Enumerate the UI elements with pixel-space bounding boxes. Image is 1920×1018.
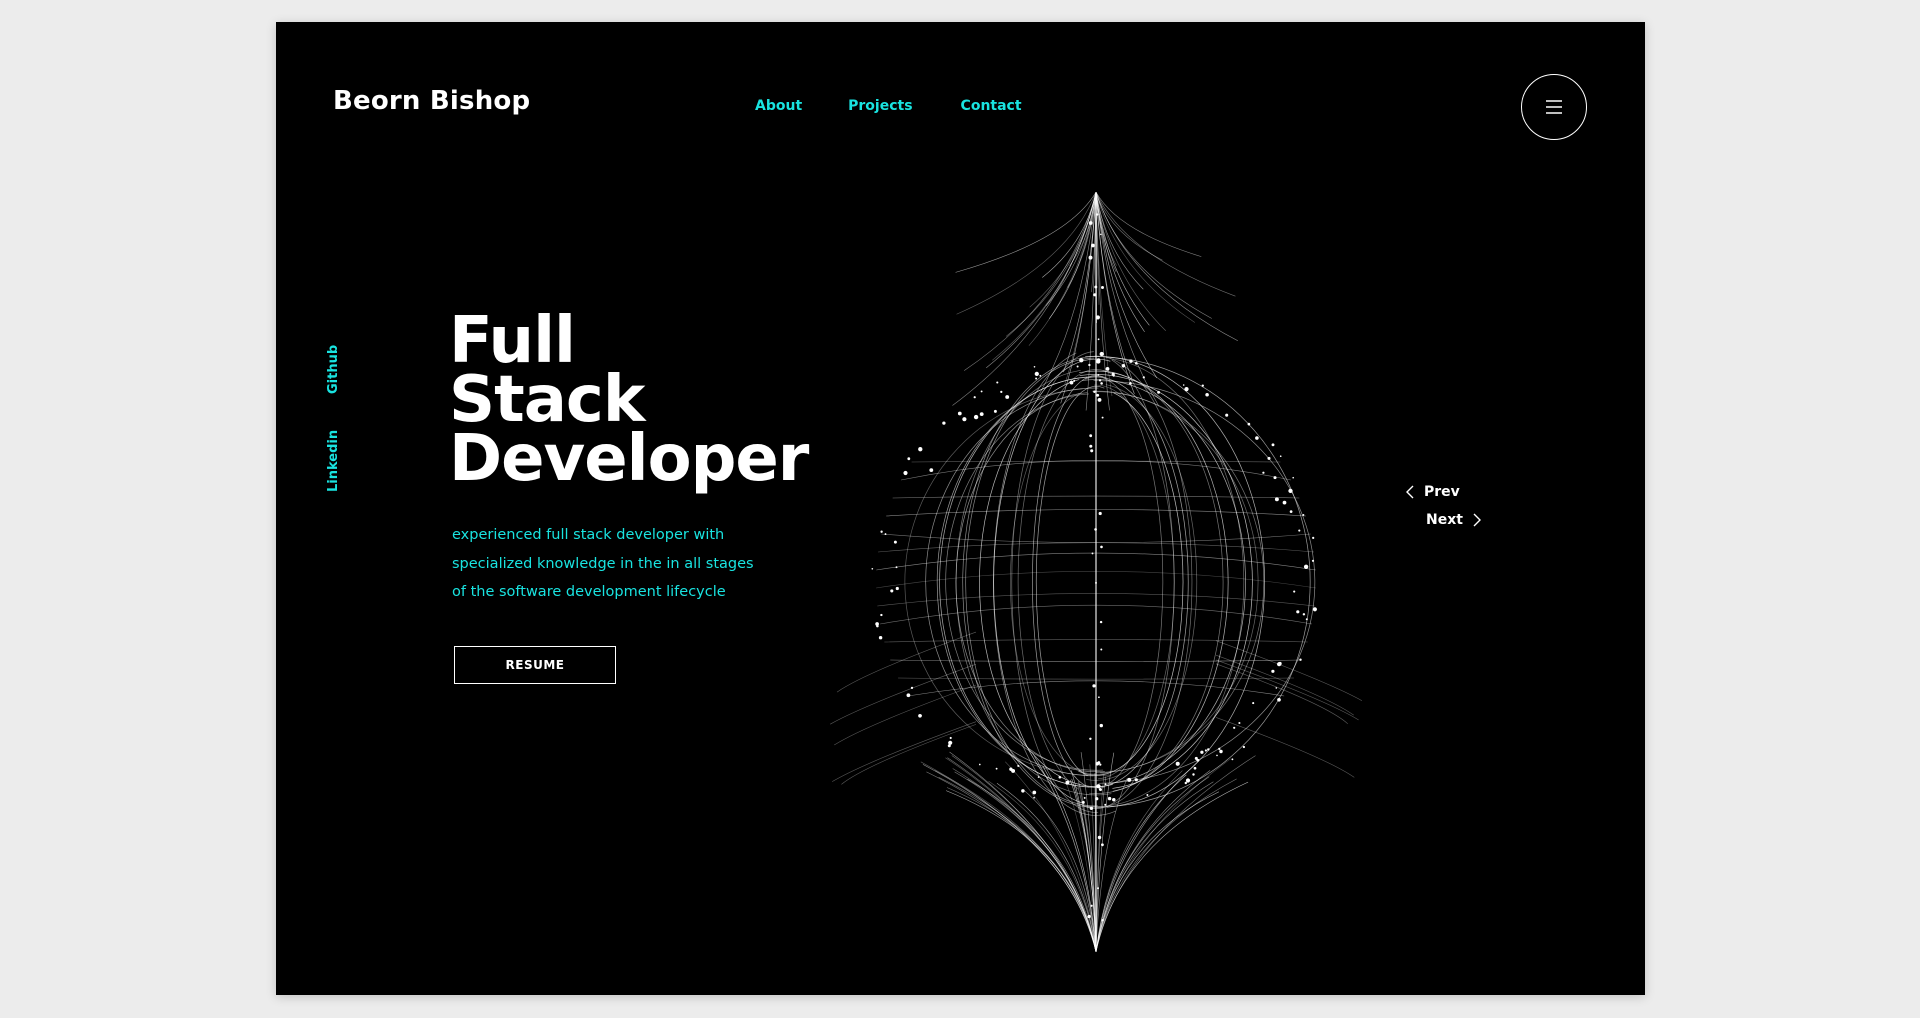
nav-item-about[interactable]: About: [755, 98, 802, 114]
nav-item-contact[interactable]: Contact: [961, 98, 1022, 114]
chevron-left-icon: [1406, 485, 1414, 499]
headline-line: Developer: [449, 422, 809, 496]
hero-description: experienced full stack developer with sp…: [452, 521, 782, 607]
next-label: Next: [1426, 512, 1463, 528]
chevron-right-icon: [1473, 513, 1481, 527]
resume-button[interactable]: RESUME: [454, 646, 616, 684]
description-line: experienced full stack developer with: [452, 527, 725, 543]
hero-headline: Full Stack Developer: [449, 309, 809, 496]
brand-logo[interactable]: Beorn Bishop: [333, 86, 530, 116]
prev-label: Prev: [1424, 484, 1460, 500]
description-line: specialized knowledge in the in all stag…: [452, 555, 754, 572]
nav-item-projects[interactable]: Projects: [848, 98, 912, 114]
github-link[interactable]: Github: [326, 345, 341, 394]
menu-button[interactable]: [1521, 74, 1587, 140]
hamburger-icon: [1546, 100, 1562, 114]
linkedin-link[interactable]: Linkedin: [326, 430, 341, 492]
prev-button[interactable]: Prev: [1406, 484, 1460, 500]
hero-frame: Beorn Bishop About Projects Contact Gith…: [276, 22, 1645, 995]
main-nav: About Projects Contact: [755, 98, 1022, 114]
next-button[interactable]: Next: [1426, 512, 1481, 528]
description-line: of the software development lifecycle: [452, 584, 726, 600]
wireframe-orb-artwork: [830, 192, 1363, 952]
